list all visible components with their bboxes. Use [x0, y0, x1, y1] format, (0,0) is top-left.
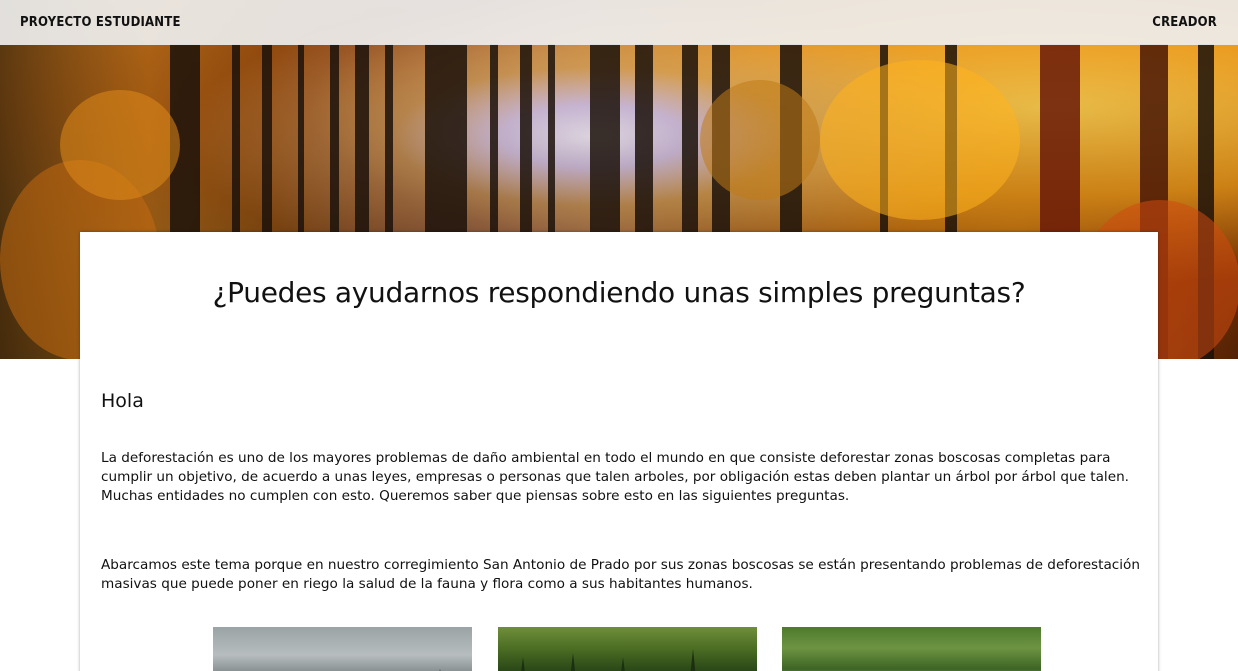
foliage — [700, 80, 820, 200]
pine-tree-shape — [518, 657, 528, 671]
foliage — [820, 60, 1020, 220]
creator-link[interactable]: CREADOR — [1152, 15, 1217, 30]
greeting-heading: Hola — [101, 390, 144, 412]
page-title: ¿Puedes ayudarnos respondiendo unas simp… — [212, 276, 1026, 309]
pine-tree-shape — [618, 657, 628, 671]
foliage — [60, 90, 180, 200]
top-navigation-bar: PROYECTO ESTUDIANTE CREADOR — [0, 0, 1238, 45]
pine-tree-shape — [568, 653, 578, 671]
intro-paragraph: La deforestación es uno de los mayores p… — [101, 450, 1130, 504]
context-paragraph: Abarcamos este tema porque en nuestro co… — [101, 557, 1140, 592]
content-card: ¿Puedes ayudarnos respondiendo unas simp… — [80, 232, 1158, 671]
site-brand-link[interactable]: PROYECTO ESTUDIANTE — [20, 15, 181, 30]
misty-forest-thumbnail — [213, 627, 472, 671]
green-forest-thumbnail — [782, 627, 1041, 671]
pine-tree-shape — [688, 649, 698, 671]
pine-forest-thumbnail — [498, 627, 757, 671]
